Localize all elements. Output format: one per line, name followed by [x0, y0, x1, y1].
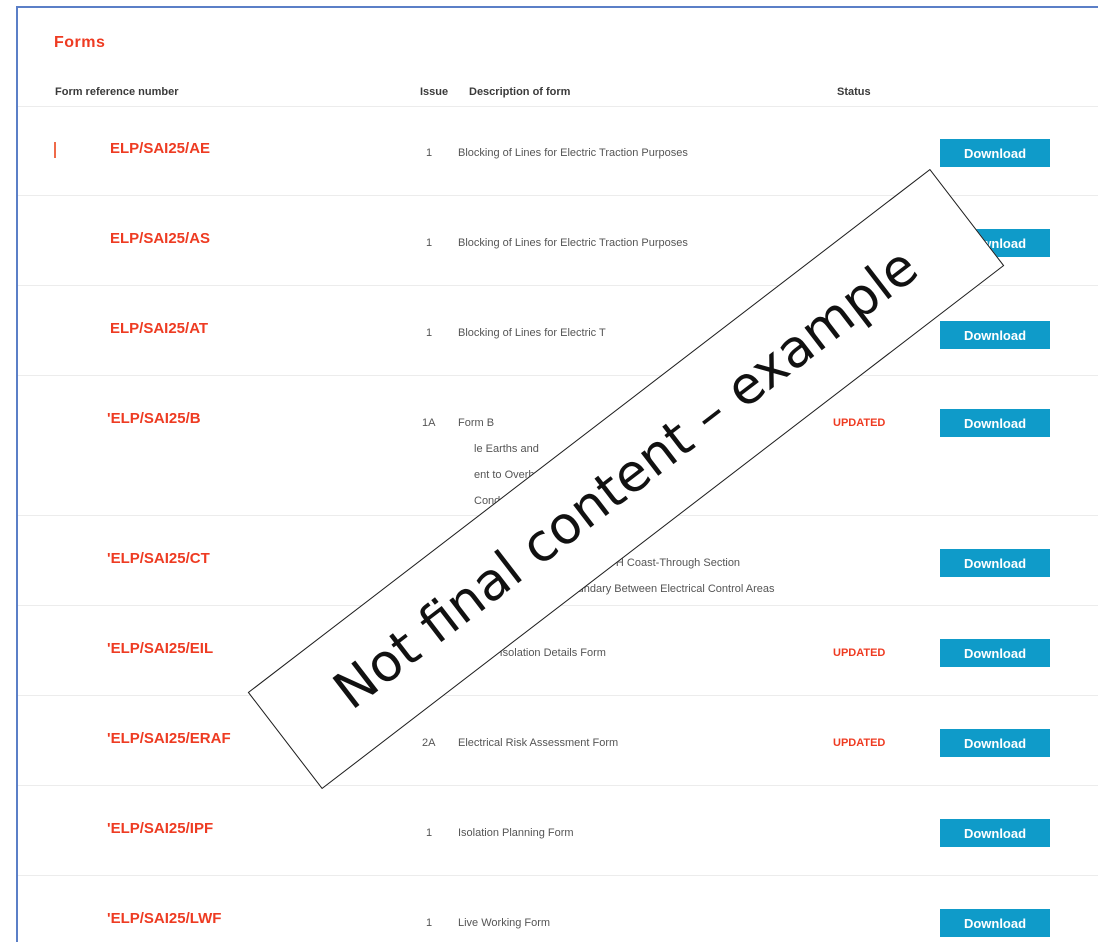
- table-header: Form reference number Issue Description …: [18, 82, 1098, 107]
- download-button[interactable]: Download: [940, 139, 1050, 167]
- download-button[interactable]: Download: [940, 819, 1050, 847]
- header-description: Description of form: [469, 86, 571, 98]
- form-issue: 2A: [422, 737, 436, 749]
- download-button[interactable]: Download: [940, 321, 1050, 349]
- form-issue: 1: [426, 327, 433, 339]
- table-row: ELP/SAI25/LWF 1 Live Working Form Downlo…: [18, 876, 1098, 942]
- download-button[interactable]: Download: [940, 729, 1050, 757]
- form-description: Blocking of Lines for Electric Traction …: [458, 237, 688, 249]
- form-description: Live Working Form: [458, 917, 551, 929]
- form-ref-link[interactable]: ELP/SAI25/ERAF: [107, 730, 231, 747]
- download-button[interactable]: Download: [940, 639, 1050, 667]
- download-button[interactable]: Download: [940, 409, 1050, 437]
- header-status: Status: [837, 86, 871, 98]
- table-row: ELP/SAI25/IPF 1 Isolation Planning Form …: [18, 786, 1098, 876]
- form-status: UPDATED: [833, 647, 886, 659]
- form-ref-link[interactable]: ELP/SAI25/AS: [110, 230, 210, 247]
- download-button[interactable]: Download: [940, 909, 1050, 937]
- form-description: Isolation Planning Form: [458, 827, 574, 839]
- form-ref-link[interactable]: ELP/SAI25/LWF: [107, 910, 222, 927]
- form-description: Earthed Isolation Details Form: [458, 647, 606, 659]
- form-description: Electrical Risk Assessment Form: [458, 737, 619, 749]
- form-ref-link[interactable]: ELP/SAI25/AT: [110, 320, 208, 337]
- download-button[interactable]: Download: [940, 549, 1050, 577]
- form-ref-link[interactable]: ELP/SAI25/AE: [110, 140, 210, 157]
- section-title: Forms: [54, 34, 106, 51]
- form-status: UPDATED: [833, 417, 886, 429]
- table-row: ELP/SAI25/EIL 1A Earthed Isolation Detai…: [18, 606, 1098, 696]
- form-ref-link[interactable]: ELP/SAI25/EIL: [107, 640, 214, 657]
- frame-gap: [370, 6, 1098, 8]
- form-issue: 1A: [422, 417, 436, 429]
- header-ref: Form reference number: [55, 86, 179, 98]
- form-ref-link[interactable]: ELP/SAI25/IPF: [107, 820, 214, 837]
- form-issue: 1: [426, 827, 433, 839]
- form-ref-link[interactable]: ELP/SAI25/CT: [107, 550, 210, 567]
- form-issue: 1: [426, 147, 433, 159]
- form-description: Blocking of Lines for Electric Traction …: [458, 147, 688, 159]
- form-issue: 1: [426, 917, 433, 929]
- form-status: UPDATED: [833, 737, 886, 749]
- header-issue: Issue: [420, 86, 449, 98]
- form-issue: 1: [426, 237, 433, 249]
- table-row: ELP/SAI25/ERAF 2A Electrical Risk Assess…: [18, 696, 1098, 786]
- form-ref-link[interactable]: ELP/SAI25/B: [107, 410, 201, 427]
